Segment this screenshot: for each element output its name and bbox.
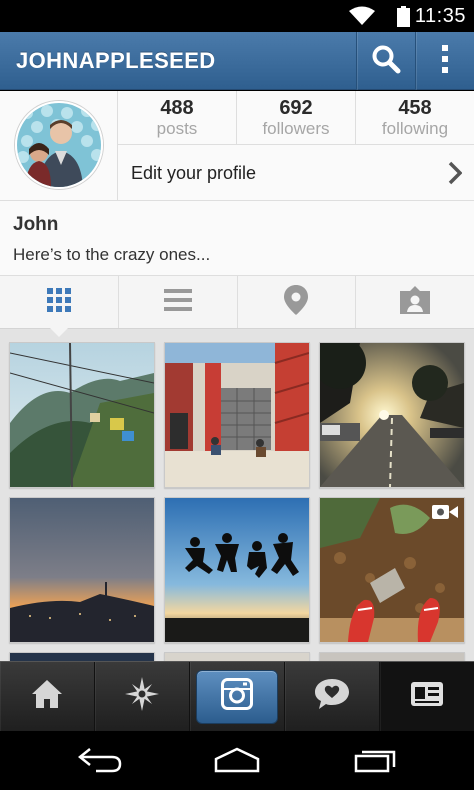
bio-text: Here’s to the crazy ones...: [13, 245, 211, 264]
chevron-right-icon: [448, 161, 463, 190]
grid-photo[interactable]: [9, 497, 155, 643]
posts-count-value: 488: [160, 97, 194, 119]
grid-photo[interactable]: [319, 497, 465, 643]
explore-icon: [125, 677, 159, 716]
nav-camera[interactable]: [190, 662, 285, 731]
list-view-icon: [163, 288, 192, 316]
clock: 11:35: [414, 5, 466, 27]
profile-icon: [411, 682, 443, 711]
home-icon: [32, 680, 62, 713]
grid-photo[interactable]: [164, 342, 310, 488]
action-bar: JOHNAPPLESEED: [0, 32, 474, 90]
mountain-cable-car-photo: [10, 343, 154, 487]
camera-button[interactable]: [196, 669, 278, 724]
active-tab-indicator: [50, 328, 68, 337]
tagged-photos-icon: [400, 285, 431, 319]
city-dusk-photo: [10, 498, 154, 642]
profile-header: 488 posts 692 followers 458 following Ed…: [0, 91, 474, 201]
search-icon: [371, 44, 401, 79]
video-camera-icon: [432, 504, 458, 520]
grid-photo[interactable]: [9, 342, 155, 488]
recent-apps-icon[interactable]: [354, 747, 396, 778]
overflow-menu-icon: [441, 44, 449, 79]
back-icon[interactable]: [77, 747, 122, 778]
camera-icon: [221, 678, 253, 715]
edit-profile-label: Edit your profile: [131, 163, 257, 183]
full-name: John: [13, 214, 59, 235]
grid-photo[interactable]: [164, 497, 310, 643]
followers-count-value: 692: [279, 97, 313, 119]
garage-door-photo: [165, 343, 309, 487]
status-bar: 11:35: [0, 0, 474, 32]
home-nav-icon[interactable]: [214, 747, 260, 778]
grid-photo[interactable]: [164, 652, 310, 661]
activity-icon: [315, 679, 349, 714]
nav-home[interactable]: [0, 662, 95, 731]
system-nav-bar: [0, 731, 474, 790]
battery-icon: [397, 6, 410, 32]
grid-view-icon: [46, 287, 71, 317]
tab-tagged-photos[interactable]: [356, 276, 474, 328]
avatar[interactable]: [15, 101, 103, 189]
edit-profile-button[interactable]: Edit your profile: [118, 146, 474, 201]
bottom-nav: [0, 661, 474, 731]
profile-counts: 488 posts 692 followers 458 following: [118, 91, 474, 145]
avatar-cell: [0, 91, 118, 201]
wifi-icon: [349, 6, 375, 31]
jumping-silhouettes-photo: [165, 498, 309, 642]
bio-section: John Here’s to the crazy ones...: [0, 201, 474, 276]
following-count-label: following: [381, 119, 449, 138]
grid-photo[interactable]: [319, 652, 465, 661]
tab-list-view[interactable]: [119, 276, 238, 328]
overflow-menu-button[interactable]: [416, 32, 474, 90]
posts-count-label: posts: [156, 119, 198, 138]
map-pin-icon: [284, 284, 309, 320]
nav-explore[interactable]: [95, 662, 190, 731]
posts-count[interactable]: 488 posts: [118, 91, 237, 144]
nav-activity[interactable]: [285, 662, 380, 731]
grid-photo[interactable]: [9, 652, 155, 661]
nav-profile[interactable]: [380, 662, 474, 731]
view-tabs: [0, 276, 474, 329]
followers-count-label: followers: [262, 119, 330, 138]
following-count-value: 458: [398, 97, 432, 119]
street-sunset-photo: [320, 343, 464, 487]
tab-grid-view[interactable]: [0, 276, 119, 328]
grid-photo[interactable]: [319, 342, 465, 488]
tab-photo-map[interactable]: [238, 276, 357, 328]
username-title: JOHNAPPLESEED: [16, 48, 216, 73]
photo-grid: [0, 329, 474, 661]
search-button[interactable]: [357, 32, 415, 90]
followers-count[interactable]: 692 followers: [237, 91, 356, 144]
following-count[interactable]: 458 following: [356, 91, 474, 144]
